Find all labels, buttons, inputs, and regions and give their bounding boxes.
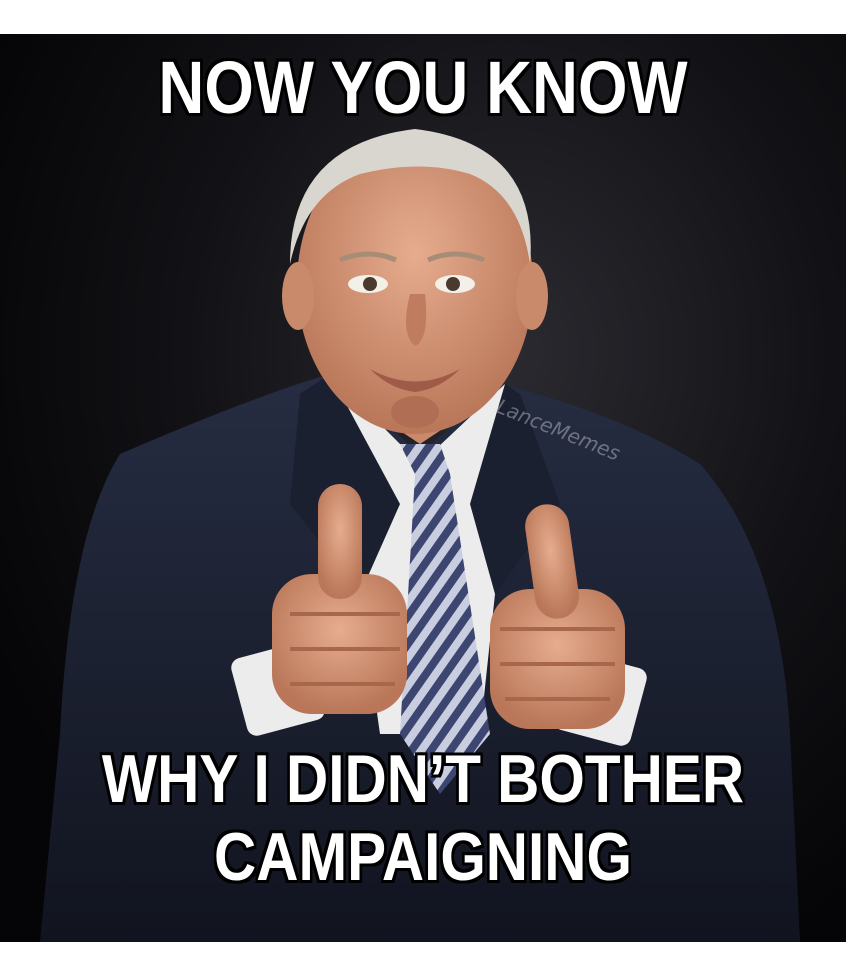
top-caption-text: NOW YOU KNOW bbox=[158, 46, 688, 129]
bottom-caption-line1: WHY I DIDN’T BOTHER bbox=[101, 741, 745, 817]
bottom-caption: WHY I DIDN’T BOTHER CAMPAIGNING bbox=[59, 740, 787, 896]
right-ear bbox=[516, 262, 548, 330]
left-ear bbox=[282, 262, 314, 330]
bottom-caption-line2: CAMPAIGNING bbox=[213, 819, 633, 895]
top-caption: NOW YOU KNOW bbox=[59, 48, 787, 128]
meme-image: LanceMemes NOW YOU KNOW WHY I DIDN’T BOT… bbox=[0, 34, 846, 942]
